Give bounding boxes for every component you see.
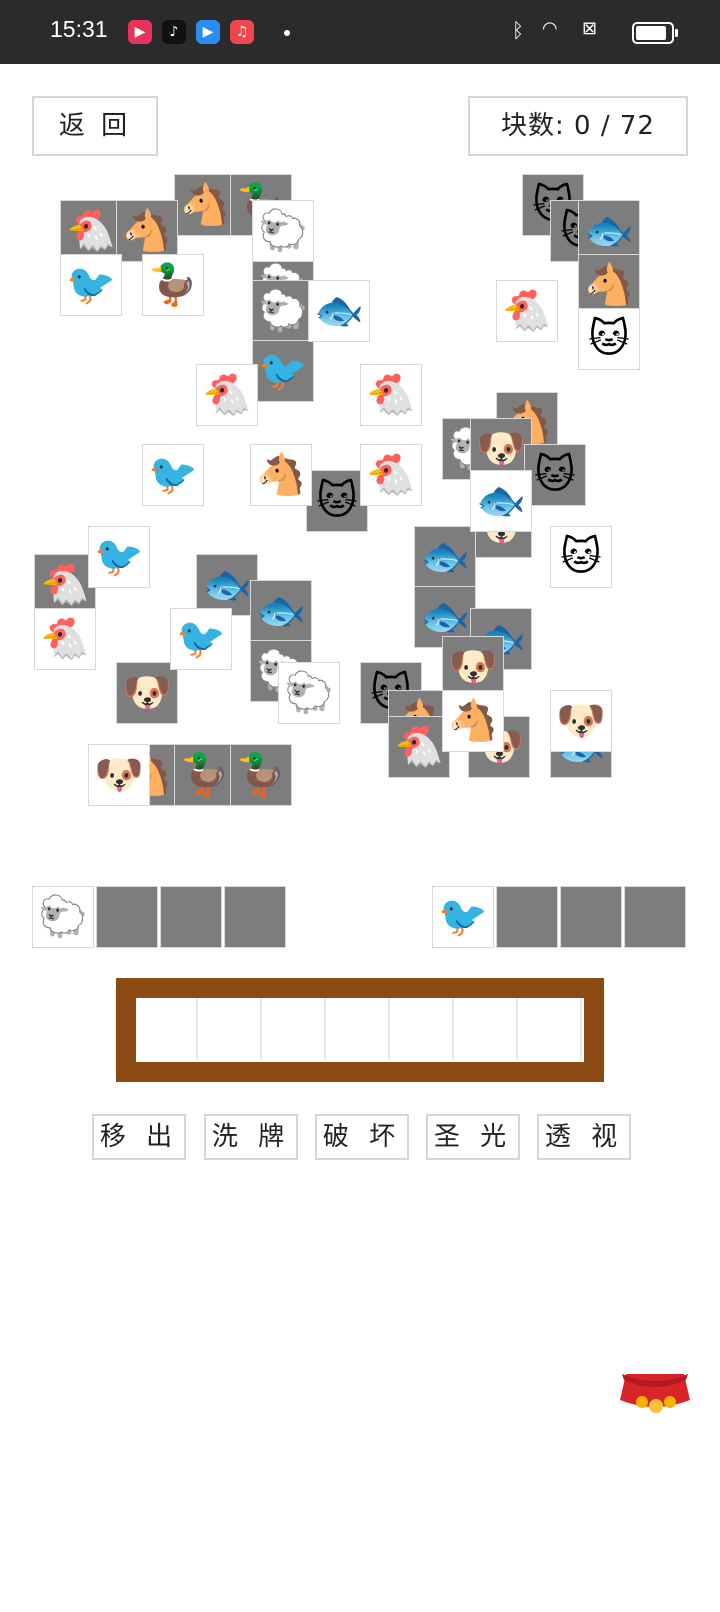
dog-tile[interactable]: 🐶 [550,690,612,752]
fish-tile: 🐟 [250,580,312,642]
horse-tile: 🐴 [578,254,640,316]
chicken-tile[interactable]: 🐔 [196,364,258,426]
matching-tray [116,978,604,1082]
counter-value: 0 / 72 [574,111,655,141]
remove-out-button[interactable]: 移 出 [92,1114,186,1160]
chicken-tile[interactable]: 🐔 [360,444,422,506]
back-button[interactable]: 返 回 [32,96,158,156]
horse-tile[interactable]: 🐴 [442,690,504,752]
tray-slot [328,998,390,1060]
left-stack-top-tile[interactable]: 🐑 [32,886,94,948]
tray-slot [392,998,454,1060]
sheep-tile[interactable]: 🐑 [252,200,314,262]
xray-view-button[interactable]: 透 视 [537,1114,631,1160]
cat-tile: 🐱 [306,470,368,532]
bird-tile[interactable]: 🐦 [142,444,204,506]
duck-tile: 🦆 [174,744,236,806]
tray-slot [136,998,198,1060]
right-stack-slot [624,886,686,948]
horse-tile: 🐴 [116,200,178,262]
status-bar: 15:31 ▶ ♪ ▶ ♫ ᛒ ◠ ⊠ [0,0,720,64]
left-stack-slot [160,886,222,948]
dog-tile: 🐶 [116,662,178,724]
tray-slot [264,998,326,1060]
right-stack-slot [560,886,622,948]
duck-tile[interactable]: 🦆 [142,254,204,316]
red-packet-giveaway-icon[interactable]: 红包 大派送 [612,1316,698,1416]
status-time: 15:31 [50,16,108,42]
tiktok-icon: ♪ [162,20,186,44]
fish-tile: 🐟 [414,526,476,588]
bird-tile[interactable]: 🐦 [170,608,232,670]
video-app-icon: ▶ [128,20,152,44]
right-stack-slot [496,886,558,948]
tray-slot [520,998,582,1060]
horse-tile: 🐴 [174,174,236,236]
dog-tile: 🐶 [442,636,504,698]
dog-tile[interactable]: 🐶 [88,744,150,806]
wifi-icon: ◠ [542,18,558,39]
bird-tile: 🐦 [252,340,314,402]
sheep-tile: 🐑 [252,280,314,342]
cat-tile[interactable]: 🐱 [550,526,612,588]
right-stack-top-tile[interactable]: 🐦 [432,886,494,948]
chicken-tile[interactable]: 🐔 [496,280,558,342]
fish-tile[interactable]: 🐟 [308,280,370,342]
redpack-line-1: 红包 [637,1321,673,1343]
horse-tile[interactable]: 🐴 [250,444,312,506]
chicken-tile[interactable]: 🐔 [360,364,422,426]
battery-icon [632,22,678,44]
bird-tile[interactable]: 🐦 [88,526,150,588]
music-app-icon: ♫ [230,20,254,44]
bluetooth-icon: ᛒ [512,18,524,42]
left-stack-slot [96,886,158,948]
duck-tile: 🦆 [230,744,292,806]
block-counter: 块数: 0 / 72 [468,96,688,156]
chicken-tile: 🐔 [60,200,122,262]
chicken-tile[interactable]: 🐔 [34,608,96,670]
fish-tile: 🐟 [196,554,258,616]
fish-tile: 🐟 [578,200,640,262]
left-stack-slot [224,886,286,948]
player-app-icon: ▶ [196,20,220,44]
tray-slot [456,998,518,1060]
notification-dot [284,30,290,36]
destroy-button[interactable]: 破 坏 [315,1114,409,1160]
fish-tile[interactable]: 🐟 [470,470,532,532]
cat-tile[interactable]: 🐱 [578,308,640,370]
redpack-line-2: 大派送 [631,1345,680,1364]
sim-off-icon: ⊠ [582,18,598,39]
holy-light-button[interactable]: 圣 光 [426,1114,520,1160]
cat-tile: 🐱 [524,444,586,506]
bird-tile[interactable]: 🐦 [60,254,122,316]
counter-label: 块数: [501,111,565,141]
shuffle-button[interactable]: 洗 牌 [204,1114,298,1160]
chicken-tile: 🐔 [388,716,450,778]
sheep-tile[interactable]: 🐑 [278,662,340,724]
chicken-tile: 🐔 [34,554,96,616]
tray-slot [200,998,262,1060]
